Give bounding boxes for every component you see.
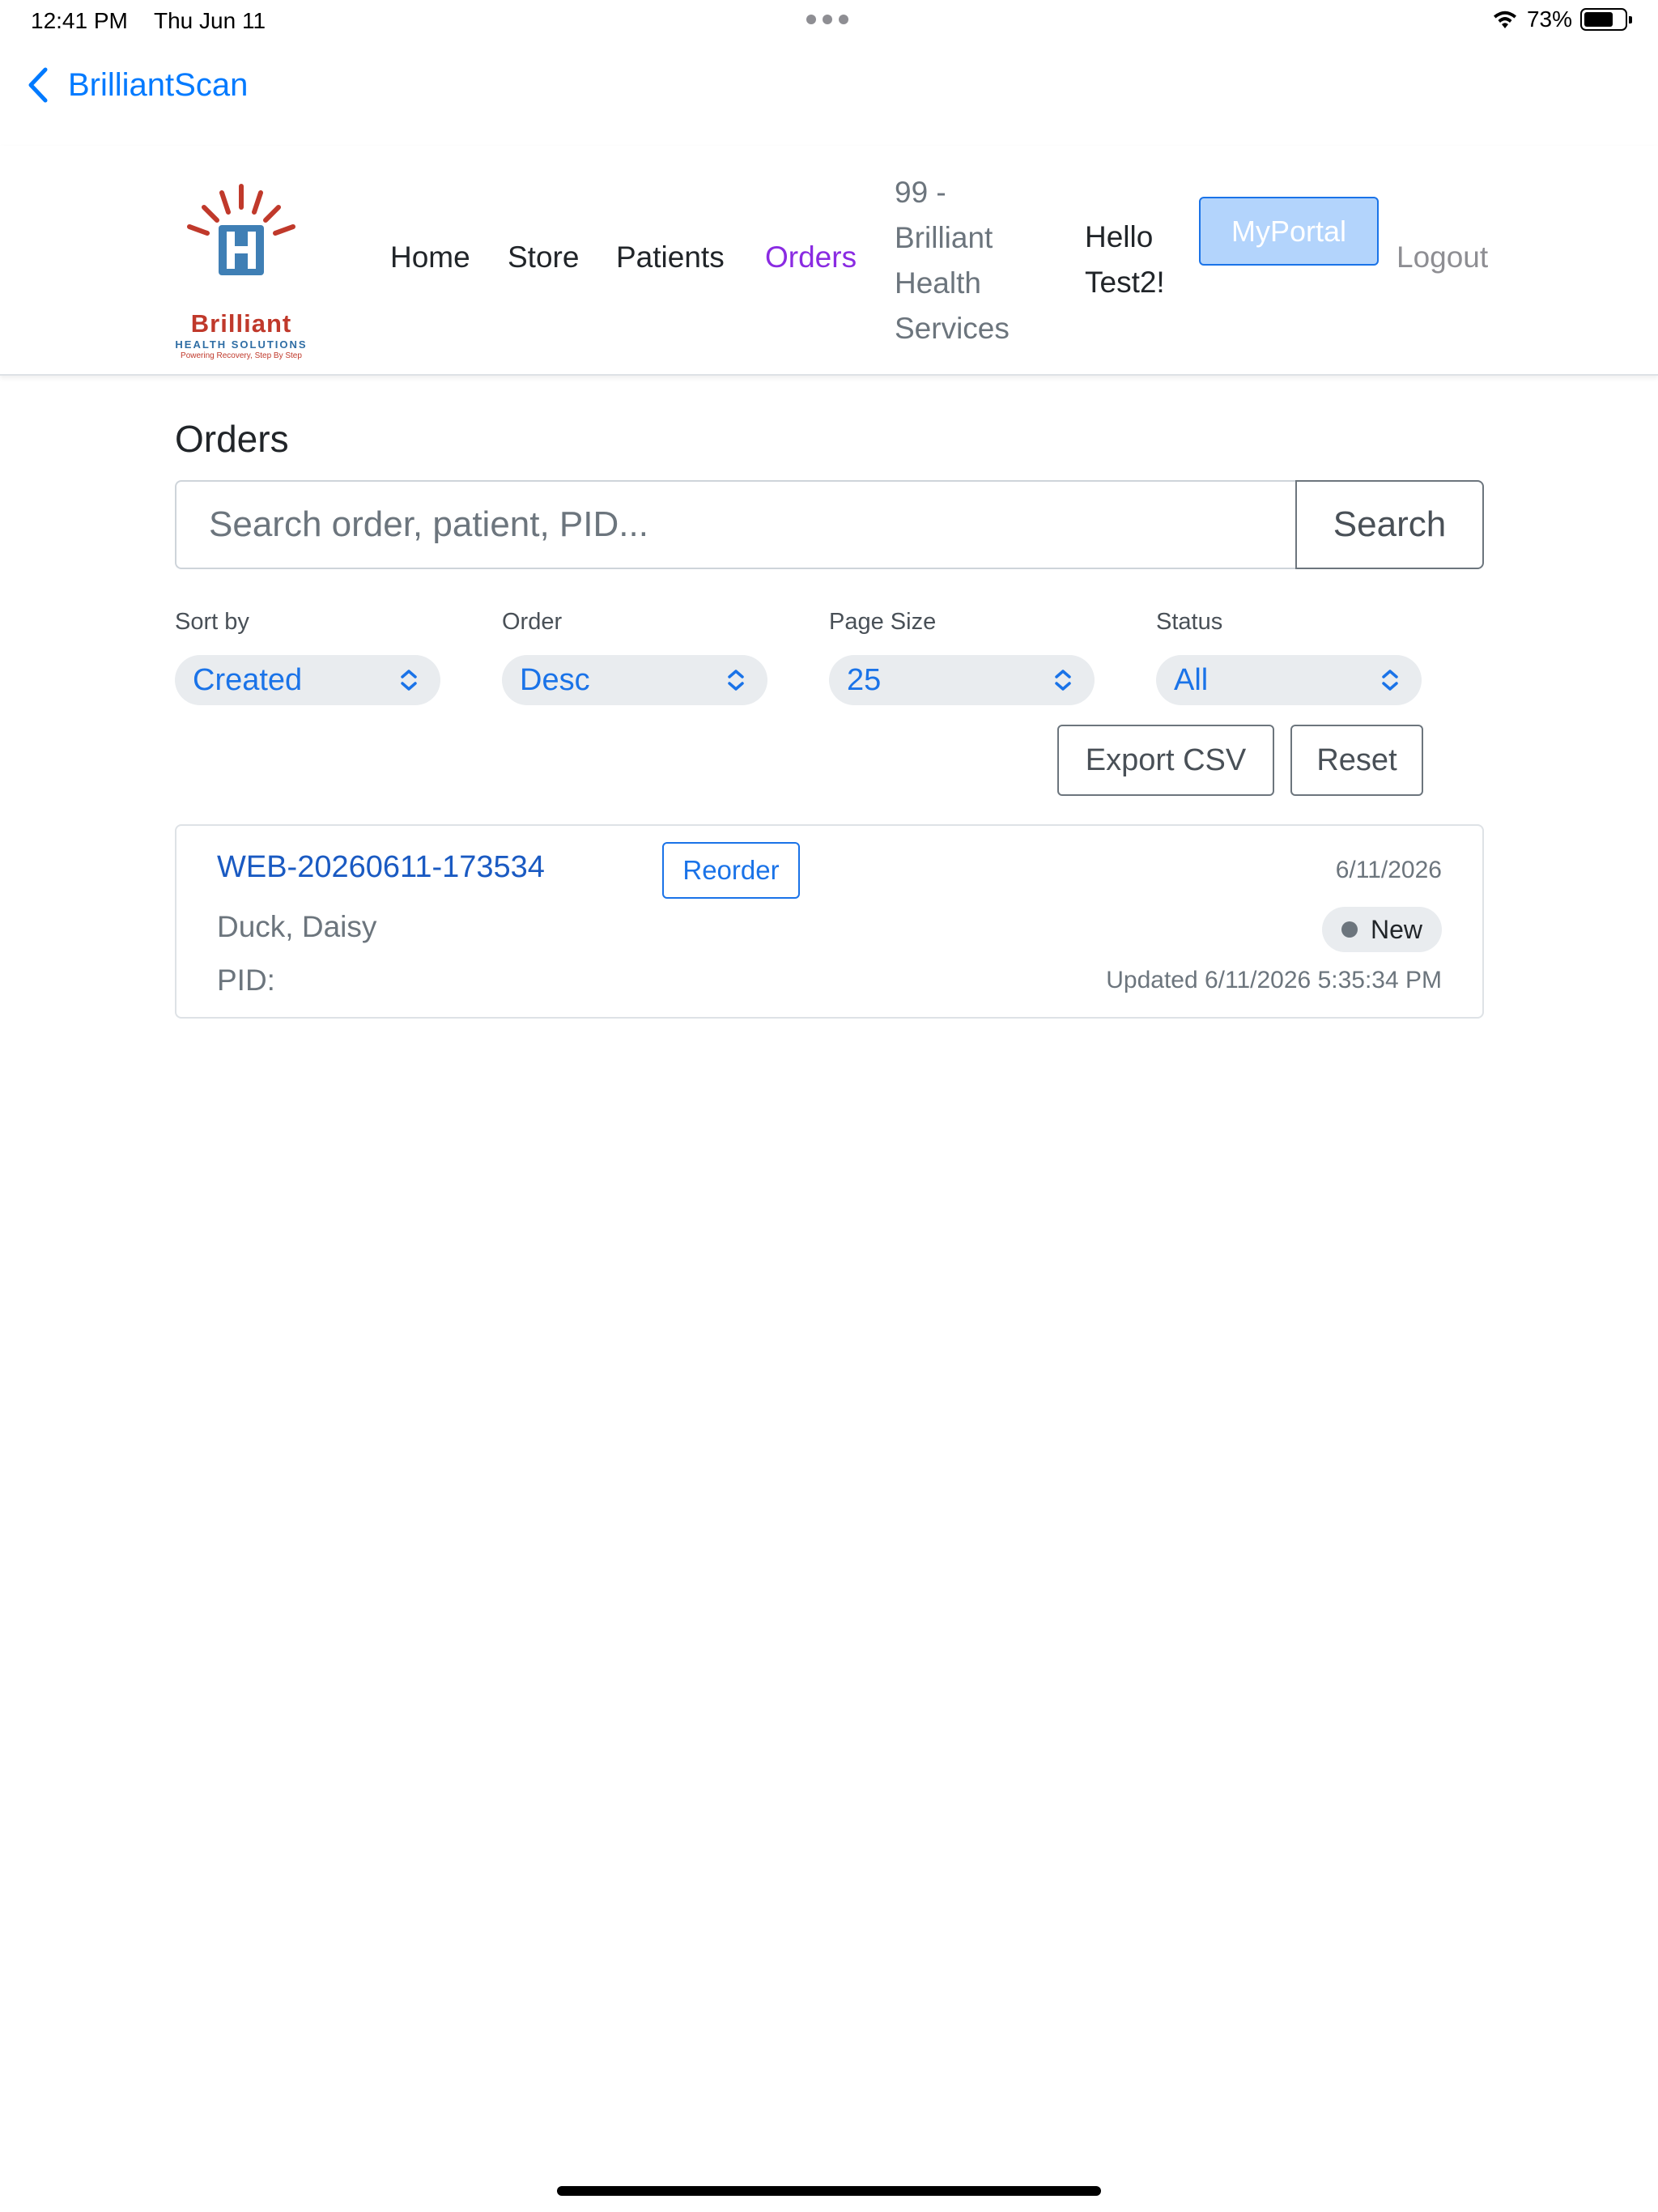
search-group: Search	[175, 480, 1484, 569]
status-badge-label: New	[1370, 914, 1422, 944]
sort-by-select[interactable]: Created	[175, 655, 440, 705]
page-size-value: 25	[847, 662, 882, 697]
logo-tagline: Powering Recovery, Step By Step	[181, 351, 302, 360]
patient-pid: PID:	[217, 963, 275, 997]
status-dot-icon	[1341, 921, 1358, 938]
logo-word: Brilliant	[190, 309, 292, 338]
nav-orders[interactable]: Orders	[765, 235, 857, 280]
myportal-button[interactable]: MyPortal	[1199, 197, 1379, 266]
reorder-button[interactable]: Reorder	[662, 842, 800, 899]
nav-home[interactable]: Home	[390, 235, 470, 280]
user-greeting: Hello Test2!	[1085, 220, 1165, 299]
order-value: Desc	[520, 662, 590, 697]
status-right: 73%	[1491, 6, 1632, 32]
organization-label: 99 - Brilliant Health Services	[895, 176, 1010, 345]
page-title: Orders	[175, 418, 289, 460]
filter-order: Order Desc	[502, 609, 769, 705]
brand-logo[interactable]: Brilliant HEALTH SOLUTIONS Powering Reco…	[168, 180, 314, 360]
chevron-updown-icon	[1382, 670, 1398, 691]
logo-subtitle: HEALTH SOLUTIONS	[175, 338, 308, 351]
chevron-updown-icon	[1055, 670, 1071, 691]
page-size-label: Page Size	[829, 609, 937, 635]
battery-icon	[1580, 8, 1632, 31]
status-label: Status	[1156, 609, 1223, 635]
status-time: 12:41 PM	[31, 8, 128, 33]
status-badge: New	[1321, 907, 1442, 952]
battery-percent: 73%	[1526, 6, 1572, 32]
sort-by-label: Sort by	[175, 609, 249, 635]
page-size-select[interactable]: 25	[829, 655, 1095, 705]
reset-button[interactable]: Reset	[1290, 725, 1423, 796]
logo-emblem-icon	[187, 184, 295, 275]
nav-store[interactable]: Store	[508, 235, 579, 280]
order-select[interactable]: Desc	[502, 655, 767, 705]
battery-level-fill	[1584, 12, 1613, 27]
order-id-link[interactable]: WEB-20260611-173534	[217, 850, 545, 885]
chevron-updown-icon	[401, 670, 417, 691]
order-updated: Updated 6/11/2026 5:35:34 PM	[1106, 967, 1442, 993]
logout-link[interactable]: Logout	[1397, 235, 1488, 280]
patient-name: Duck, Daisy	[217, 910, 377, 943]
back-to-app-button[interactable]: BrilliantScan	[24, 66, 248, 104]
chevron-updown-icon	[728, 670, 744, 691]
nav-patients[interactable]: Patients	[616, 235, 725, 280]
search-input[interactable]	[175, 480, 1295, 569]
status-bar: 12:41 PM Thu Jun 11 73%	[0, 0, 1658, 42]
filter-sort-by: Sort by Created	[175, 609, 442, 705]
home-indicator[interactable]	[557, 2186, 1101, 2196]
order-card[interactable]: WEB-20260611-173534 Reorder 6/11/2026 Du…	[175, 824, 1484, 1019]
export-csv-button[interactable]: Export CSV	[1057, 725, 1274, 796]
multitasking-dots-icon[interactable]	[806, 15, 848, 24]
wifi-icon	[1493, 11, 1516, 28]
chevron-left-icon	[28, 67, 48, 103]
order-label: Order	[502, 609, 563, 635]
status-date: Thu Jun 11	[154, 8, 266, 33]
status-select[interactable]: All	[1156, 655, 1422, 705]
order-date: 6/11/2026	[1335, 857, 1442, 883]
sort-by-value: Created	[193, 662, 303, 697]
filter-status: Status All	[1156, 609, 1423, 705]
search-button[interactable]: Search	[1295, 480, 1484, 569]
status-value: All	[1174, 662, 1209, 697]
filter-page-size: Page Size 25	[829, 609, 1096, 705]
back-nav-label: BrilliantScan	[68, 66, 249, 103]
site-header: Brilliant HEALTH SOLUTIONS Powering Reco…	[0, 146, 1658, 376]
